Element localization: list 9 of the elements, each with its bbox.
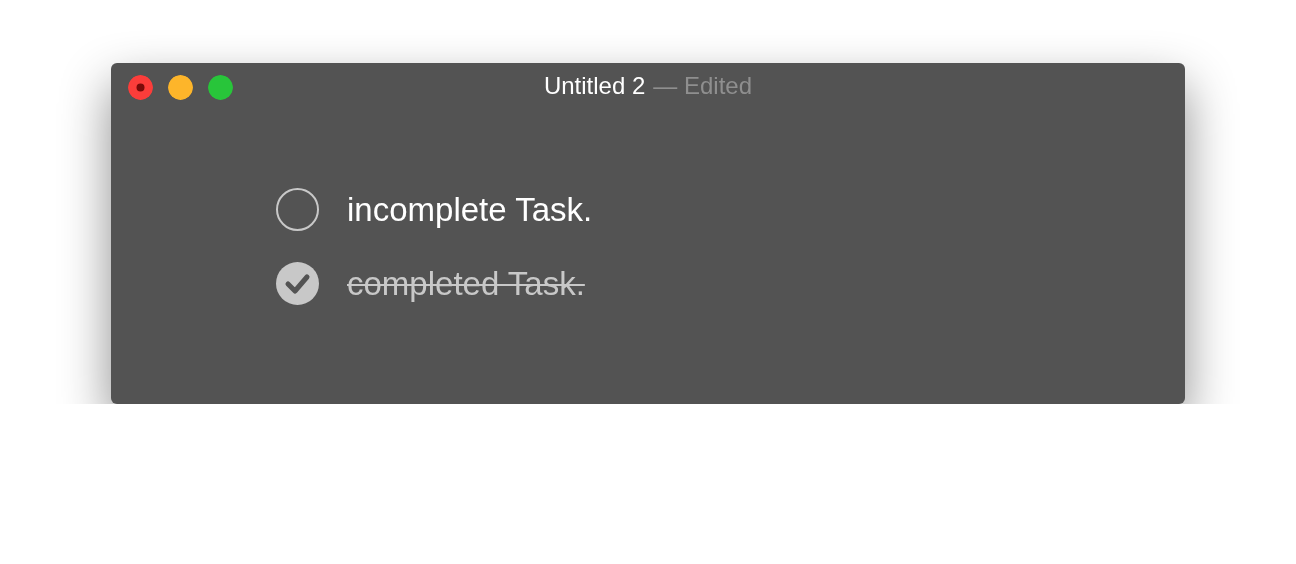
task-text: incomplete Task.: [347, 190, 593, 230]
close-icon[interactable]: [128, 75, 153, 100]
task-text: completed Task.: [347, 264, 585, 304]
checked-circle-icon[interactable]: [276, 262, 319, 305]
window-title: Untitled 2: [543, 71, 646, 101]
empty-circle-icon[interactable]: [276, 188, 319, 231]
maximize-icon[interactable]: [208, 75, 233, 100]
edited-label: — Edited: [653, 71, 753, 101]
minimize-icon[interactable]: [168, 75, 193, 100]
